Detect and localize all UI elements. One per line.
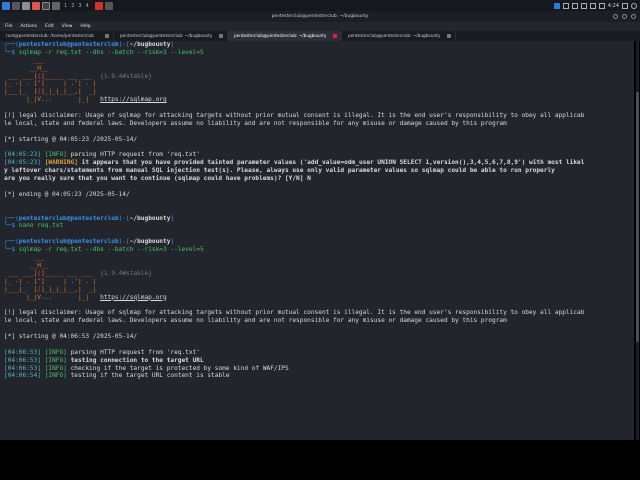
menu-file[interactable]: File	[5, 22, 13, 31]
log-msg: y leftover chars/statements from manual …	[4, 167, 555, 175]
tab-label: pentesterclub@pentesterclub: ~/bugbounty	[234, 33, 327, 38]
notification-icon[interactable]	[580, 2, 587, 9]
tab-close-icon[interactable]	[333, 34, 337, 38]
display-icon[interactable]	[553, 2, 560, 9]
close-icon[interactable]	[631, 14, 636, 19]
taskbar-app-icon[interactable]	[94, 1, 103, 10]
workspace-1[interactable]: 1	[64, 3, 67, 9]
workspace-4[interactable]: 4	[86, 3, 89, 9]
bottom-letterbox	[0, 440, 640, 480]
prompt-dir: ~/bugbounty	[129, 214, 171, 222]
menu-edit[interactable]: Edit	[45, 22, 54, 31]
command-line: sqlmap -r req.txt --dbs --batch --risk=3…	[18, 48, 204, 56]
starting-line: [*] starting @ 04:05:23 /2025-05-14/	[4, 135, 138, 143]
log-time: [04:05:23]	[4, 151, 41, 159]
volume-icon[interactable]	[589, 2, 596, 9]
workspace-2[interactable]: 2	[71, 3, 74, 9]
log-msg: checking if the target is protected by s…	[66, 364, 289, 372]
log-time: [04:05:23]	[4, 159, 41, 167]
log-tag: [INFO]	[44, 372, 67, 380]
menu-view[interactable]: View	[62, 22, 73, 31]
clock: 4:24	[607, 2, 619, 9]
show-desktop-icon[interactable]	[12, 1, 20, 10]
tab-root[interactable]: root@pentesterclub: /home/pentesterclub	[0, 31, 114, 41]
log-msg: it appears that you have provided tainte…	[77, 159, 585, 167]
tab-close-icon[interactable]	[219, 34, 223, 38]
tab-bugbounty-3[interactable]: pentesterclub@pentesterclub: ~/bugbounty	[342, 31, 456, 41]
clipboard-icon[interactable]	[562, 2, 569, 9]
window-title: pentesterclub@pentesterclub: ~/bugbounty	[271, 14, 369, 19]
menu-help[interactable]: Help	[80, 22, 90, 31]
firefox-icon[interactable]	[32, 1, 40, 10]
disclaimer-line: le local, state and federal laws. Develo…	[4, 119, 507, 127]
tab-bugbounty-1[interactable]: pentesterclub@pentesterclub: ~/bugbounty	[114, 31, 228, 41]
battery-icon[interactable]	[598, 2, 605, 9]
maximize-icon[interactable]	[622, 14, 627, 19]
log-msg: parsing HTTP request from 'req.txt'	[66, 151, 200, 159]
sqlmap-link[interactable]: https://sqlmap.org	[100, 96, 167, 103]
disclaimer-line: [!] legal disclaimer: Usage of sqlmap fo…	[4, 309, 585, 317]
prompt-user: pentesterclub@pentesterclub	[18, 238, 119, 246]
tab-label: pentesterclub@pentesterclub: ~/bugbounty	[348, 33, 441, 38]
command-line: sqlmap -r req.txt --dbs --batch --risk=3…	[18, 246, 204, 254]
log-tag: [INFO]	[44, 364, 67, 372]
scrollbar-thumb[interactable]	[636, 92, 639, 342]
log-time: [04:06:53]	[4, 364, 41, 372]
tab-close-icon[interactable]	[105, 34, 109, 38]
prompt-user: pentesterclub@pentesterclub	[18, 41, 119, 48]
disclaimer-line: [!] legal disclaimer: Usage of sqlmap fo…	[4, 112, 585, 120]
terminal-output[interactable]: ┌──(pentesterclub@pentesterclub)-[~/bugb…	[0, 41, 634, 440]
tab-close-icon[interactable]	[447, 34, 451, 38]
command-line: nano req.txt	[18, 222, 64, 230]
dropdown-icon[interactable]	[52, 1, 60, 10]
disclaimer-line: le local, state and federal laws. Develo…	[4, 317, 507, 325]
workspace-3[interactable]: 3	[78, 3, 81, 9]
lock-icon[interactable]	[622, 2, 628, 9]
prompt-user: pentesterclub@pentesterclub	[18, 214, 119, 222]
log-msg: parsing HTTP request from 'req.txt'	[66, 348, 200, 356]
minimize-icon[interactable]	[613, 14, 618, 19]
version-label: {1.9.4#stable}	[100, 269, 152, 277]
tab-bugbounty-2[interactable]: pentesterclub@pentesterclub: ~/bugbounty	[228, 31, 342, 41]
power-icon[interactable]	[631, 2, 637, 9]
sqlmap-link[interactable]: https://sqlmap.org	[100, 294, 167, 301]
log-time: [04:06:53]	[4, 356, 41, 364]
network-icon[interactable]	[571, 2, 578, 9]
version-label: {1.9.4#stable}	[100, 72, 152, 80]
terminal-icon[interactable]	[42, 1, 50, 10]
starting-line: [*] starting @ 04:06:53 /2025-05-14/	[4, 332, 138, 340]
menu-bar: File Actions Edit View Help	[0, 22, 640, 31]
taskbar: 1 2 3 4 4:24	[0, 0, 640, 11]
log-time: [04:06:53]	[4, 348, 41, 356]
tab-label: root@pentesterclub: /home/pentesterclub	[6, 33, 94, 38]
tab-bar: root@pentesterclub: /home/pentesterclub …	[0, 31, 640, 41]
log-tag-warning: [WARNING]	[44, 159, 78, 167]
log-time: [04:06:54]	[4, 372, 41, 380]
prompt-dir: ~/bugbounty	[129, 238, 171, 246]
app-menu-icon[interactable]	[2, 1, 10, 10]
taskbar-terminal-icon[interactable]	[104, 1, 113, 10]
prompt-dir: ~/bugbounty	[129, 41, 171, 48]
log-msg: are you really sure that you want to con…	[4, 175, 311, 183]
file-manager-icon[interactable]	[22, 1, 30, 10]
log-tag: [INFO]	[44, 151, 67, 159]
menu-actions[interactable]: Actions	[21, 22, 37, 31]
log-tag: [INFO]	[44, 356, 67, 364]
window-title-bar: pentesterclub@pentesterclub: ~/bugbounty	[0, 11, 640, 22]
log-tag: [INFO]	[44, 348, 67, 356]
ending-line: [*] ending @ 04:05:23 /2025-05-14/	[4, 190, 130, 198]
tab-label: pentesterclub@pentesterclub: ~/bugbounty	[120, 33, 213, 38]
log-msg: testing connection to the target URL	[66, 356, 204, 364]
log-msg: testing if the target URL content is sta…	[66, 372, 230, 380]
